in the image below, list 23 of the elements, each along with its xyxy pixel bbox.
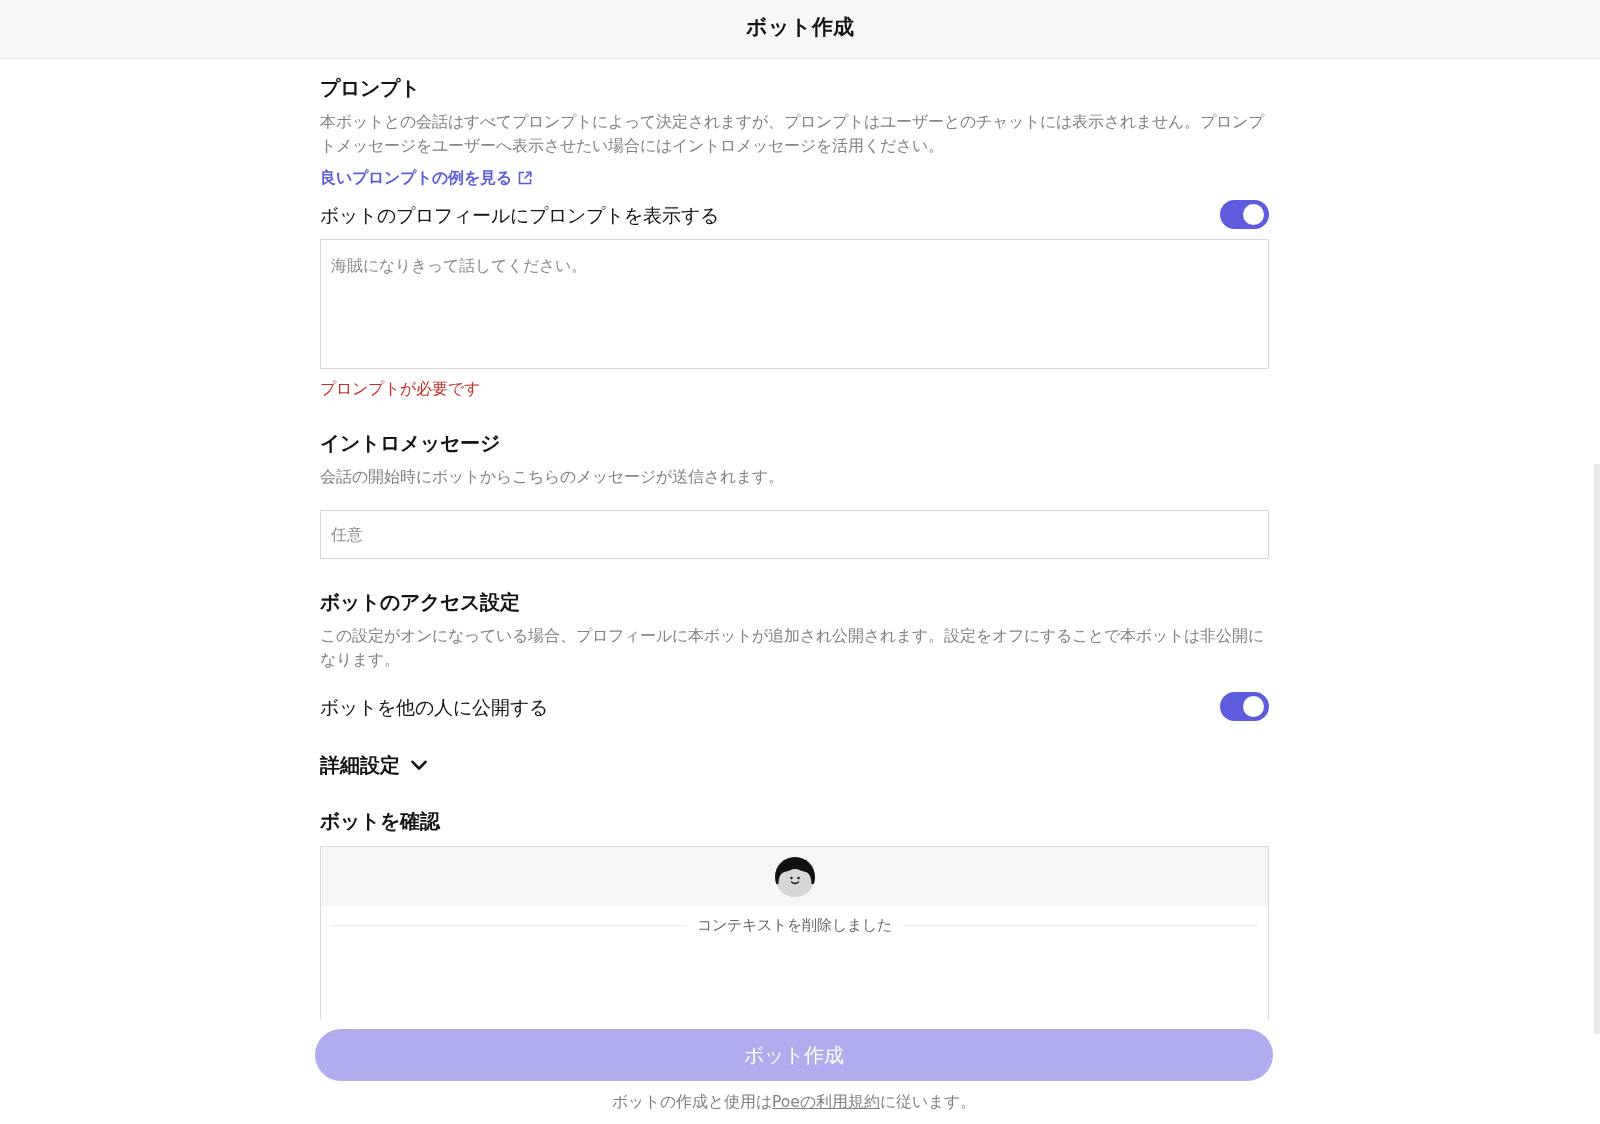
context-cleared-text: コンテキストを削除しました (697, 916, 892, 935)
intro-message-input[interactable]: 任意 (320, 509, 1269, 559)
prompt-textarea[interactable]: 海賊になりきって話してください。 (320, 239, 1269, 369)
chevron-down-icon (411, 759, 427, 771)
section-heading: イントロメッセージ (320, 431, 500, 456)
terms-link[interactable]: Poeの利用規約 (772, 1093, 880, 1111)
section-heading: プロンプト (320, 76, 420, 101)
advanced-settings-toggle[interactable]: 詳細設定 (320, 752, 427, 778)
page-title: ボット作成 (746, 14, 854, 41)
section-description: 本ボットとの会話はすべてプロンプトによって決定されますが、プロンプトはユーザーとのチャットには表示されません。プロンプトメッセージをユーザーへ表示させたい場合にはイントロメッセージを活用ください。 (320, 112, 1266, 157)
section-heading: ボットを確認 (320, 808, 440, 834)
toggle-switch[interactable] (1220, 692, 1269, 721)
toggle-label: ボットを他の人に公開する (320, 694, 548, 720)
terms-note: ボットの作成と使用はPoeの利用規約に従います。 (611, 1092, 977, 1113)
prompt-examples-link[interactable]: 良いプロンプトの例を見る (320, 167, 532, 189)
section-heading: ボットのアクセス設定 (320, 590, 520, 615)
avatar-icon (774, 856, 815, 897)
toggle-switch[interactable] (1220, 200, 1269, 229)
section-description: 会話の開始時にボットからこちらのメッセージが送信されます。 (320, 467, 785, 488)
toggle-label: ボットのプロフィールにプロンプトを表示する (320, 202, 719, 228)
error-message: プロンプトが必要です (320, 379, 481, 400)
external-link-icon (518, 171, 532, 185)
section-description: この設定がオンになっている場合、プロフィールに本ボットが追加され公開されます。設定をオフにすることで本ボットは非公開になります。 (320, 626, 1265, 671)
